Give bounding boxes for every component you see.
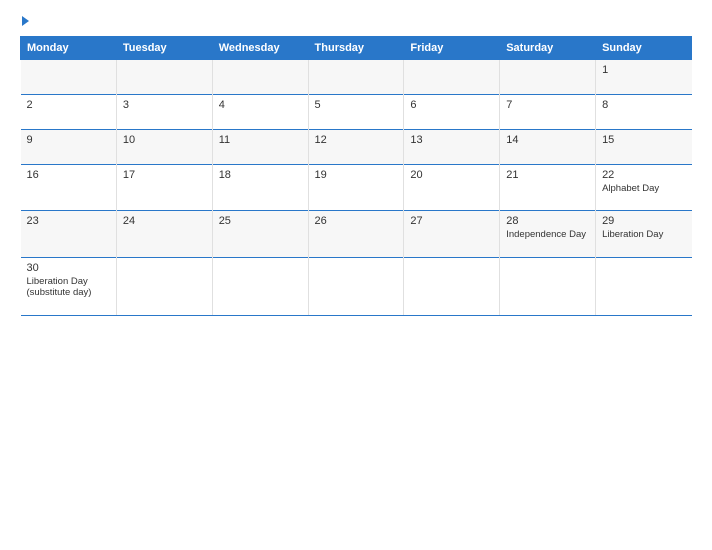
day-number: 27 bbox=[410, 215, 493, 227]
calendar-cell: 9 bbox=[21, 130, 117, 165]
day-number: 4 bbox=[219, 99, 302, 111]
calendar-cell: 5 bbox=[308, 95, 404, 130]
calendar-cell bbox=[21, 60, 117, 95]
calendar-week-row: 30 Liberation Day(substitute day) bbox=[21, 257, 692, 315]
calendar-cell bbox=[308, 257, 404, 315]
calendar-cell: 28 Independence Day bbox=[500, 211, 596, 257]
day-number: 3 bbox=[123, 99, 206, 111]
weekday-header-row: MondayTuesdayWednesdayThursdayFridaySatu… bbox=[21, 37, 692, 60]
calendar-cell: 13 bbox=[404, 130, 500, 165]
day-number: 29 bbox=[602, 215, 685, 227]
calendar-cell: 10 bbox=[116, 130, 212, 165]
calendar-cell bbox=[212, 257, 308, 315]
calendar-week-row: 16 17 18 19 20 21 22 Alphabet Day bbox=[21, 165, 692, 211]
weekday-header-wednesday: Wednesday bbox=[212, 37, 308, 60]
weekday-header-monday: Monday bbox=[21, 37, 117, 60]
day-number: 26 bbox=[315, 215, 398, 227]
day-number: 30 bbox=[27, 262, 110, 274]
calendar-cell: 21 bbox=[500, 165, 596, 211]
calendar-event: (substitute day) bbox=[27, 287, 110, 298]
calendar-cell: 15 bbox=[596, 130, 692, 165]
header bbox=[20, 16, 692, 26]
day-number: 25 bbox=[219, 215, 302, 227]
day-number: 17 bbox=[123, 169, 206, 181]
calendar-cell: 29 Liberation Day bbox=[596, 211, 692, 257]
calendar-cell: 27 bbox=[404, 211, 500, 257]
calendar-cell: 30 Liberation Day(substitute day) bbox=[21, 257, 117, 315]
day-number: 7 bbox=[506, 99, 589, 111]
calendar-cell bbox=[500, 60, 596, 95]
logo-triangle-icon bbox=[22, 16, 29, 26]
day-number: 23 bbox=[27, 215, 110, 227]
day-number: 8 bbox=[602, 99, 685, 111]
calendar-cell bbox=[500, 257, 596, 315]
calendar-cell: 11 bbox=[212, 130, 308, 165]
logo bbox=[20, 16, 29, 26]
day-number: 16 bbox=[27, 169, 110, 181]
day-number: 1 bbox=[602, 64, 685, 76]
day-number: 14 bbox=[506, 134, 589, 146]
day-number: 24 bbox=[123, 215, 206, 227]
calendar-cell: 8 bbox=[596, 95, 692, 130]
calendar-cell: 17 bbox=[116, 165, 212, 211]
calendar-cell: 16 bbox=[21, 165, 117, 211]
calendar-cell: 18 bbox=[212, 165, 308, 211]
calendar-event: Liberation Day bbox=[27, 276, 110, 287]
calendar-cell bbox=[404, 60, 500, 95]
calendar-week-row: 9 10 11 12 13 14 15 bbox=[21, 130, 692, 165]
calendar-cell bbox=[308, 60, 404, 95]
calendar-cell: 3 bbox=[116, 95, 212, 130]
calendar-cell bbox=[596, 257, 692, 315]
weekday-header-saturday: Saturday bbox=[500, 37, 596, 60]
calendar-cell: 23 bbox=[21, 211, 117, 257]
calendar-cell bbox=[116, 60, 212, 95]
calendar-page: MondayTuesdayWednesdayThursdayFridaySatu… bbox=[0, 0, 712, 550]
weekday-header-tuesday: Tuesday bbox=[116, 37, 212, 60]
day-number: 21 bbox=[506, 169, 589, 181]
calendar-cell bbox=[404, 257, 500, 315]
calendar-week-row: 2 3 4 56 7 8 bbox=[21, 95, 692, 130]
day-number: 28 bbox=[506, 215, 589, 227]
weekday-header-friday: Friday bbox=[404, 37, 500, 60]
day-number: 20 bbox=[410, 169, 493, 181]
calendar-cell: 25 bbox=[212, 211, 308, 257]
calendar-week-row: 1 bbox=[21, 60, 692, 95]
calendar-cell: 14 bbox=[500, 130, 596, 165]
day-number: 19 bbox=[315, 169, 398, 181]
weekday-header-sunday: Sunday bbox=[596, 37, 692, 60]
day-number: 15 bbox=[602, 134, 685, 146]
calendar-cell bbox=[116, 257, 212, 315]
day-number: 11 bbox=[219, 134, 302, 146]
calendar-cell: 22 Alphabet Day bbox=[596, 165, 692, 211]
day-number: 12 bbox=[315, 134, 398, 146]
day-number: 13 bbox=[410, 134, 493, 146]
calendar-cell: 20 bbox=[404, 165, 500, 211]
calendar-cell: 1 bbox=[596, 60, 692, 95]
day-number: 9 bbox=[27, 134, 110, 146]
weekday-header-thursday: Thursday bbox=[308, 37, 404, 60]
day-number: 6 bbox=[410, 99, 493, 111]
calendar-cell: 24 bbox=[116, 211, 212, 257]
day-number: 22 bbox=[602, 169, 685, 181]
calendar-cell: 2 bbox=[21, 95, 117, 130]
day-number: 5 bbox=[315, 99, 398, 111]
calendar-cell: 26 bbox=[308, 211, 404, 257]
calendar-cell: 6 bbox=[404, 95, 500, 130]
calendar-cell: 12 bbox=[308, 130, 404, 165]
calendar-event: Independence Day bbox=[506, 229, 589, 240]
day-number: 2 bbox=[27, 99, 110, 111]
calendar-cell bbox=[212, 60, 308, 95]
calendar-cell: 19 bbox=[308, 165, 404, 211]
day-number: 18 bbox=[219, 169, 302, 181]
calendar-cell: 7 bbox=[500, 95, 596, 130]
calendar-cell: 4 bbox=[212, 95, 308, 130]
calendar-week-row: 23 24 25 26 27 28 Independence Day 29 Liberation… bbox=[21, 211, 692, 257]
day-number: 10 bbox=[123, 134, 206, 146]
calendar-table: MondayTuesdayWednesdayThursdayFridaySatu… bbox=[20, 36, 692, 316]
calendar-event: Liberation Day bbox=[602, 229, 685, 240]
logo-blue-text bbox=[20, 16, 29, 26]
calendar-event: Alphabet Day bbox=[602, 183, 685, 194]
